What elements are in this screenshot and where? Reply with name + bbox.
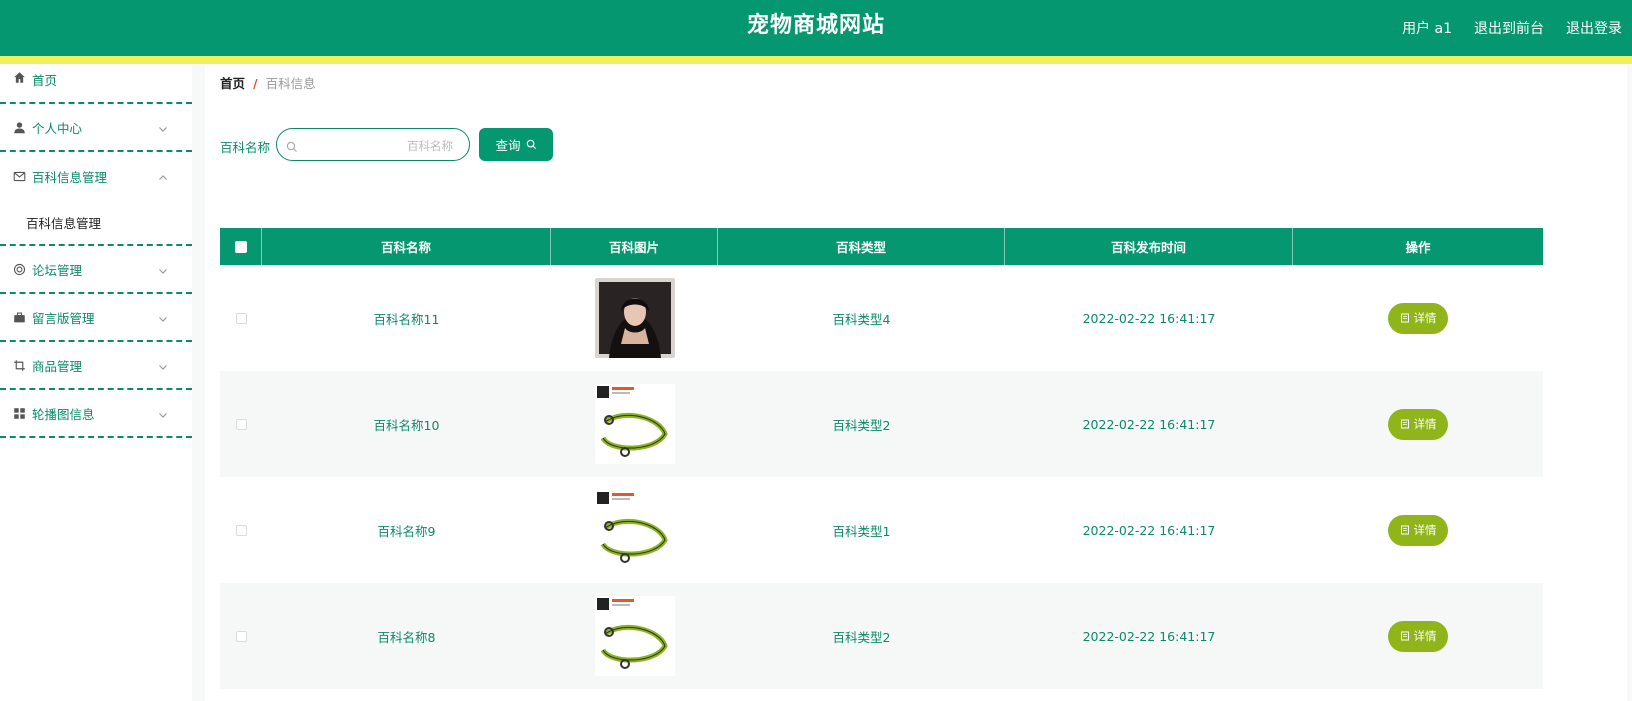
search-label: 百科名称 — [220, 140, 271, 155]
sidebar-item-label: 留言版管理 — [32, 310, 95, 326]
sidebar: 首页 个人中心 百科信息管理 百科信息管理 论坛管理 留言版管理 商品管理 轮播… — [0, 64, 192, 701]
table-header: 百科名称 百科图片 百科类型 百科发布时间 操作 — [220, 228, 1543, 265]
detail-button-label: 详情 — [1413, 311, 1437, 325]
sidebar-item-forum-management[interactable]: 论坛管理 — [0, 246, 192, 294]
briefcase-icon — [12, 310, 26, 324]
header-accent-stripe — [0, 56, 1632, 64]
detail-button-label: 详情 — [1413, 417, 1437, 431]
sidebar-item-home[interactable]: 首页 — [0, 64, 192, 104]
sidebar-item-encyclopedia-management[interactable]: 百科信息管理 — [0, 152, 192, 200]
sidebar-item-label: 个人中心 — [32, 120, 83, 136]
mail-icon — [12, 169, 26, 183]
cell-type: 百科类型1 — [832, 523, 891, 539]
select-all-checkbox[interactable] — [234, 240, 247, 253]
breadcrumb-home[interactable]: 首页 — [220, 76, 245, 91]
chevron-down-icon — [158, 360, 168, 370]
chevron-down-icon — [158, 408, 168, 418]
cell-name: 百科名称11 — [373, 311, 440, 327]
document-icon — [1400, 525, 1409, 535]
document-icon — [1400, 313, 1409, 323]
cell-name: 百科名称9 — [377, 523, 436, 539]
user-icon — [12, 120, 26, 134]
site-title: 宠物商城网站 — [746, 13, 885, 38]
row-checkbox[interactable] — [235, 630, 247, 642]
sidebar-subitem-encyclopedia-management[interactable]: 百科信息管理 — [0, 200, 192, 246]
search-box[interactable] — [276, 128, 470, 161]
breadcrumb-separator: / — [253, 76, 258, 91]
table-row: 百科名称10 百科类型2 2022-02-22 16:41:17 详情 — [220, 371, 1543, 477]
search-icon — [526, 139, 536, 150]
column-header: 百科类型 — [718, 228, 1005, 265]
sidebar-item-label: 首页 — [32, 73, 58, 88]
main-content: 首页 / 百科信息 百科名称 查询 百科名称 百科图片 百科类型 百科发布时间 操作… — [205, 64, 1627, 701]
search-icon — [286, 138, 298, 152]
search-input[interactable] — [303, 133, 455, 158]
header-select-all[interactable] — [220, 228, 262, 265]
detail-button-label: 详情 — [1413, 629, 1437, 643]
table-row: 百科名称8 百科类型2 2022-02-22 16:41:17 详情 — [220, 583, 1543, 689]
column-header: 百科发布时间 — [1005, 228, 1293, 265]
leash-photo-thumbnail[interactable] — [594, 384, 675, 464]
cell-type: 百科类型4 — [832, 311, 891, 327]
leash-photo-thumbnail[interactable] — [594, 596, 675, 676]
chevron-down-icon — [158, 122, 168, 132]
logout-link[interactable]: 退出登录 — [1566, 18, 1622, 38]
sidebar-item-label: 论坛管理 — [32, 262, 83, 278]
document-icon — [1400, 631, 1409, 641]
sidebar-item-message-board-management[interactable]: 留言版管理 — [0, 294, 192, 342]
exit-to-front-link[interactable]: 退出到前台 — [1474, 18, 1544, 38]
cell-time: 2022-02-22 16:41:17 — [1082, 522, 1216, 538]
home-icon — [12, 70, 26, 84]
circle-icon — [12, 262, 26, 276]
grid-icon — [12, 406, 26, 420]
sidebar-item-label: 商品管理 — [32, 358, 83, 374]
data-table: 百科名称 百科图片 百科类型 百科发布时间 操作 百科名称11 百科类型4 20… — [220, 228, 1543, 689]
detail-button[interactable]: 详情 — [1388, 620, 1448, 652]
cell-name: 百科名称10 — [373, 417, 440, 433]
document-icon — [1400, 419, 1409, 429]
cell-time: 2022-02-22 16:41:17 — [1082, 416, 1216, 432]
portrait-photo-thumbnail[interactable] — [594, 278, 675, 358]
cell-type: 百科类型2 — [832, 629, 891, 645]
table-row: 百科名称9 百科类型1 2022-02-22 16:41:17 详情 — [220, 477, 1543, 583]
sidebar-item-personal-center[interactable]: 个人中心 — [0, 104, 192, 152]
row-checkbox[interactable] — [235, 524, 247, 536]
search-button-label: 查询 — [495, 138, 521, 153]
current-user-label[interactable]: 用户 a1 — [1402, 18, 1452, 38]
cell-time: 2022-02-22 16:41:17 — [1082, 310, 1216, 326]
header-links: 用户 a1 退出到前台 退出登录 — [1402, 0, 1622, 56]
breadcrumb: 首页 / 百科信息 — [220, 73, 316, 92]
chevron-down-icon — [158, 312, 168, 322]
table-row: 百科名称11 百科类型4 2022-02-22 16:41:17 详情 — [220, 265, 1543, 371]
sidebar-item-label: 轮播图信息 — [32, 406, 95, 422]
breadcrumb-current: 百科信息 — [265, 76, 316, 91]
leash-photo-thumbnail[interactable] — [594, 490, 675, 570]
row-checkbox[interactable] — [235, 418, 247, 430]
cell-name: 百科名称8 — [377, 629, 436, 645]
search-button[interactable]: 查询 — [479, 128, 553, 161]
chevron-down-icon — [158, 264, 168, 274]
cell-time: 2022-02-22 16:41:17 — [1082, 628, 1216, 644]
detail-button-label: 详情 — [1413, 523, 1437, 537]
row-checkbox[interactable] — [235, 312, 247, 324]
column-header: 百科图片 — [551, 228, 718, 265]
sidebar-item-product-management[interactable]: 商品管理 — [0, 342, 192, 390]
detail-button[interactable]: 详情 — [1388, 408, 1448, 440]
crop-icon — [12, 358, 26, 372]
chevron-up-icon — [158, 171, 168, 181]
column-header: 百科名称 — [262, 228, 551, 265]
column-header: 操作 — [1405, 240, 1431, 255]
sidebar-item-label: 百科信息管理 — [32, 169, 108, 185]
detail-button[interactable]: 详情 — [1388, 514, 1448, 546]
sidebar-item-carousel-info[interactable]: 轮播图信息 — [0, 390, 192, 438]
cell-type: 百科类型2 — [832, 417, 891, 433]
detail-button[interactable]: 详情 — [1388, 302, 1448, 334]
